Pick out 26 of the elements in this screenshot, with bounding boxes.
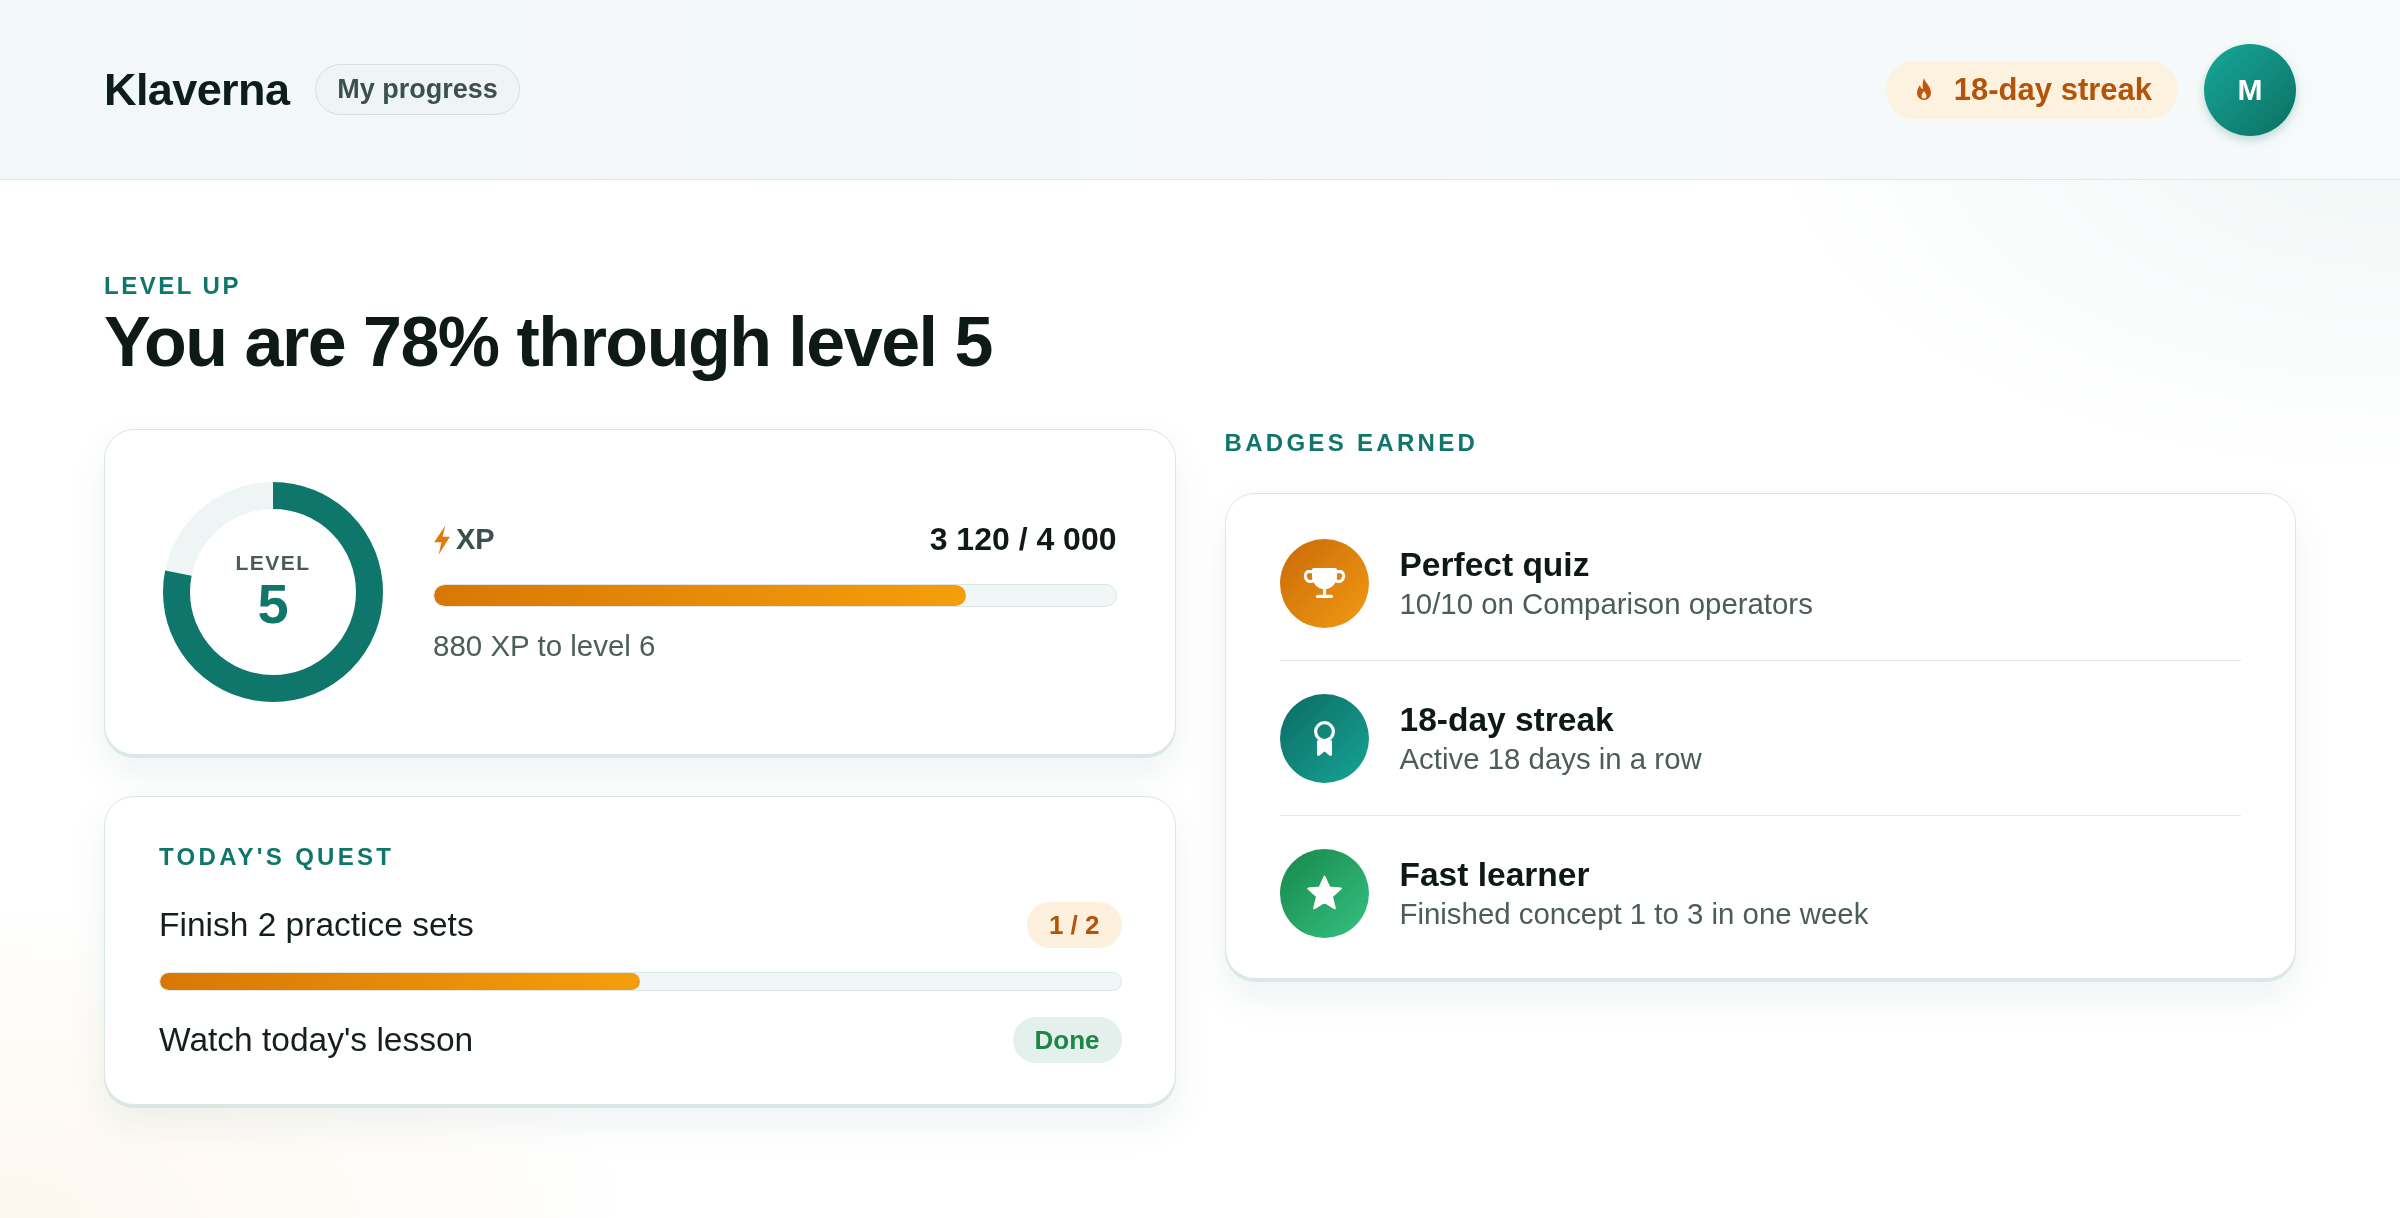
badge-title: 18-day streak [1399, 700, 1615, 739]
xp-label: XP [456, 523, 495, 556]
medal-icon [1279, 693, 1369, 783]
badge-title: Perfect quiz [1399, 545, 1591, 584]
badge-description: 10/10 on Comparison operators [1399, 586, 1813, 621]
page-tag: My progress [315, 64, 520, 115]
lightning-icon [433, 524, 451, 555]
trophy-icon [1279, 538, 1369, 628]
badge-description: Finished concept 1 to 3 in one week [1399, 896, 1869, 931]
quest-heading: TODAY'S QUEST [159, 843, 396, 871]
quest-count: 1 / 2 [1026, 902, 1122, 948]
user-avatar[interactable]: M [2204, 43, 2296, 136]
streak-label: 18-day streak [1953, 71, 2152, 108]
quest-task: Watch today's lesson [159, 1021, 474, 1059]
level-number: 5 [257, 574, 289, 634]
badges-heading: BADGES EARNED [1224, 429, 1480, 457]
page-title: You are 78% through level 5 [104, 304, 993, 381]
quest-task: Finish 2 practice sets [159, 906, 474, 944]
ring-label: LEVEL [235, 550, 311, 575]
done-status: Done [1012, 1017, 1122, 1063]
app-logo: Klaverna [104, 63, 290, 116]
badge-description: Active 18 days in a row [1399, 741, 1702, 776]
xp-remaining-note: 880 XP to level 6 [433, 629, 657, 663]
badge-title: Fast learner [1399, 855, 1591, 894]
section-eyebrow: LEVEL UP [104, 272, 242, 300]
xp-reading: 3 120 / 4 000 [929, 521, 1117, 558]
